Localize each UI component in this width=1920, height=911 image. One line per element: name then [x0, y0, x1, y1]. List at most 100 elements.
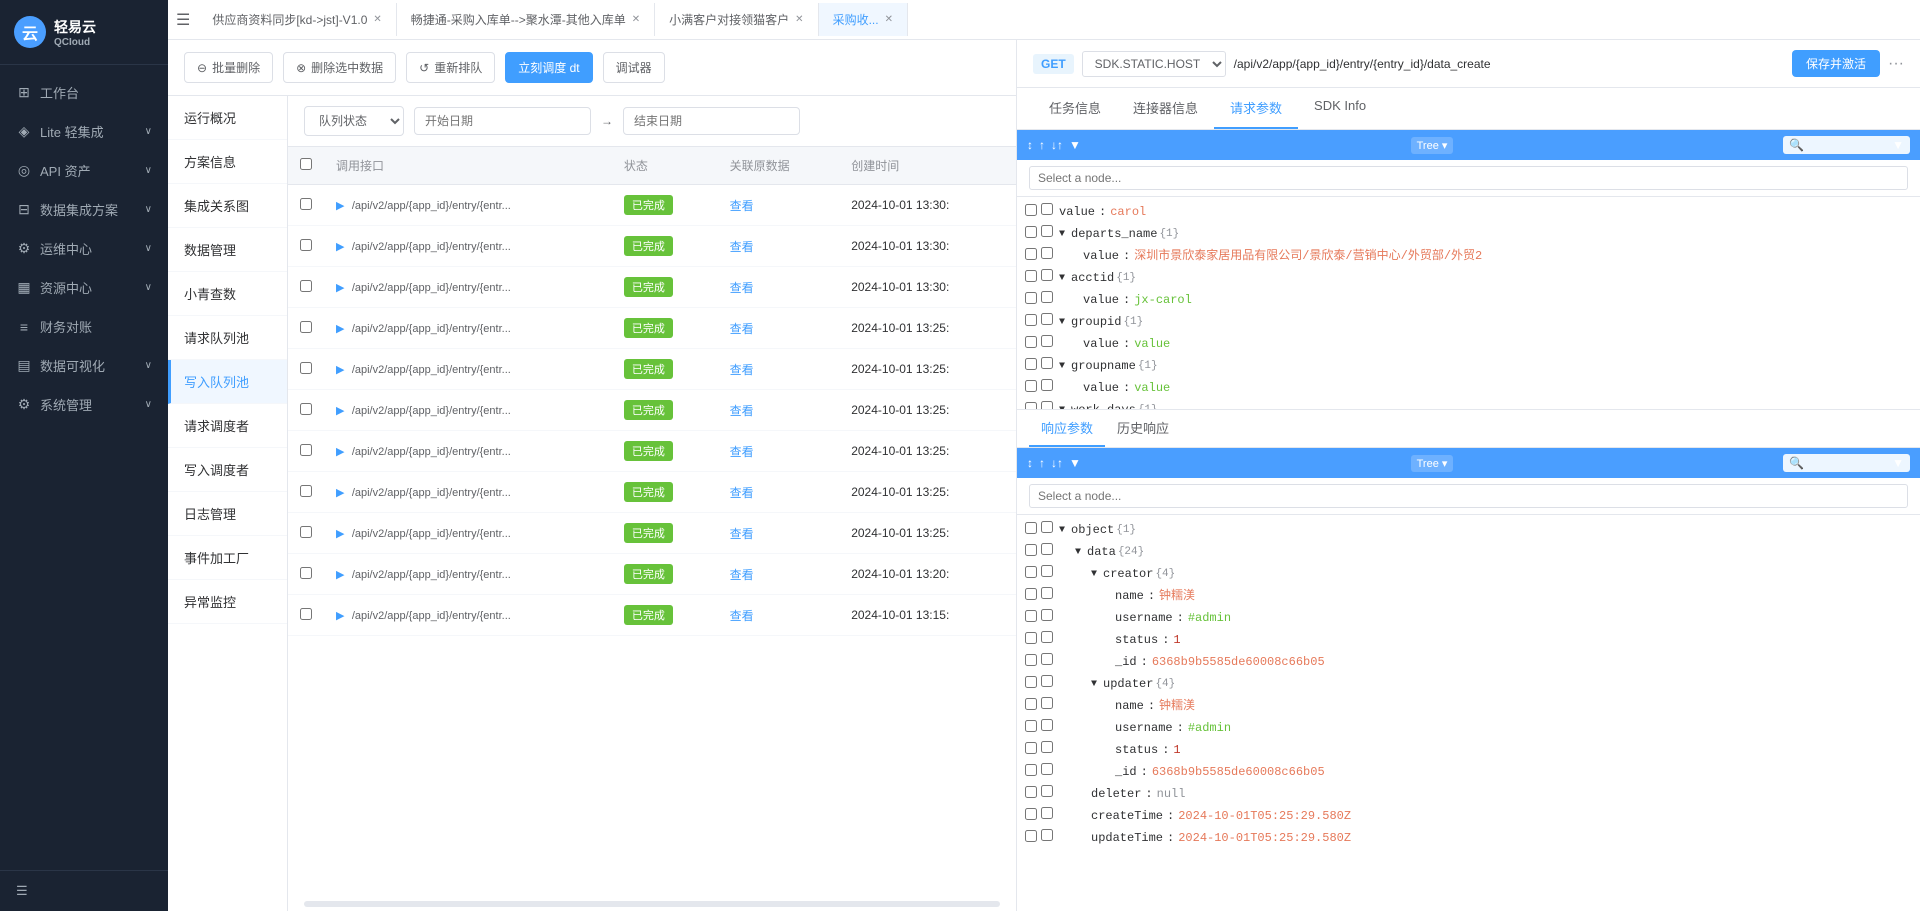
- sidebar-item-lite[interactable]: ◈ Lite 轻集成 ∨: [0, 112, 168, 151]
- horizontal-scrollbar[interactable]: [304, 901, 1000, 907]
- row-checkbox2[interactable]: [1041, 741, 1053, 753]
- up-icon[interactable]: ↑: [1039, 456, 1045, 470]
- tab-response-params[interactable]: 响应参数: [1029, 410, 1105, 447]
- filter-icon[interactable]: ▼: [1069, 138, 1081, 152]
- tree-search-input[interactable]: [1808, 139, 1888, 151]
- filter-dropdown-icon[interactable]: ▼: [1892, 138, 1904, 152]
- filter-icon[interactable]: ▼: [1069, 456, 1081, 470]
- row-checkbox[interactable]: [1025, 292, 1037, 304]
- tree-toggle[interactable]: ▼: [1075, 545, 1081, 560]
- delete-selected-button[interactable]: ⊗ 删除选中数据: [283, 52, 396, 83]
- tree-toggle[interactable]: ▼: [1059, 359, 1065, 374]
- row-checkbox2[interactable]: [1041, 203, 1053, 215]
- queue-status-select[interactable]: 队列状态: [304, 106, 404, 136]
- filter-dropdown-icon[interactable]: ▼: [1892, 456, 1904, 470]
- row-checkbox[interactable]: [1025, 698, 1037, 710]
- row-select-checkbox[interactable]: [300, 403, 312, 415]
- sidebar-item-api[interactable]: ◎ API 资产 ∨: [0, 151, 168, 190]
- nav-item-exception-monitor[interactable]: 异常监控: [168, 580, 287, 624]
- sort-icon[interactable]: ↕: [1027, 456, 1033, 470]
- row-checkbox2[interactable]: [1041, 269, 1053, 281]
- row-checkbox[interactable]: [1025, 204, 1037, 216]
- tab-item-3[interactable]: 采购收... ✕: [819, 3, 908, 36]
- debug-button[interactable]: 调试器: [603, 52, 665, 83]
- row-select-checkbox[interactable]: [300, 444, 312, 456]
- end-date-input[interactable]: [623, 107, 800, 135]
- row-checkbox2[interactable]: [1041, 401, 1053, 409]
- row-checkbox[interactable]: [1025, 588, 1037, 600]
- row-checkbox[interactable]: [1025, 358, 1037, 370]
- nav-item-runtime[interactable]: 运行概况: [168, 96, 287, 140]
- row-checkbox2[interactable]: [1041, 763, 1053, 775]
- row-checkbox2[interactable]: [1041, 653, 1053, 665]
- requeue-button[interactable]: ↺ 重新排队: [406, 52, 495, 83]
- start-date-input[interactable]: [414, 107, 591, 135]
- tree-toggle[interactable]: ▼: [1091, 567, 1097, 582]
- tab-sdk-info[interactable]: SDK Info: [1298, 88, 1382, 129]
- schedule-dt-button[interactable]: 立刻调度 dt: [505, 52, 592, 83]
- tab-history-response[interactable]: 历史响应: [1105, 410, 1181, 447]
- row-select-checkbox[interactable]: [300, 608, 312, 620]
- nav-item-plan[interactable]: 方案信息: [168, 140, 287, 184]
- row-checkbox2[interactable]: [1041, 357, 1053, 369]
- sidebar-item-finance[interactable]: ≡ 财务对账: [0, 307, 168, 346]
- sidebar-item-ops[interactable]: ⚙ 运维中心 ∨: [0, 229, 168, 268]
- related-link[interactable]: 查看: [730, 199, 754, 213]
- tree-toggle[interactable]: ▼: [1059, 271, 1065, 286]
- tab-close-icon[interactable]: ✕: [373, 14, 381, 25]
- nav-item-write-scheduler[interactable]: 写入调度者: [168, 448, 287, 492]
- nav-item-log-mgmt[interactable]: 日志管理: [168, 492, 287, 536]
- row-checkbox2[interactable]: [1041, 291, 1053, 303]
- row-checkbox2[interactable]: [1041, 631, 1053, 643]
- row-checkbox[interactable]: [1025, 720, 1037, 732]
- response-node-select-input[interactable]: [1029, 484, 1908, 508]
- row-checkbox[interactable]: [1025, 270, 1037, 282]
- nav-item-event-factory[interactable]: 事件加工厂: [168, 536, 287, 580]
- row-checkbox[interactable]: [1025, 544, 1037, 556]
- sort-icon[interactable]: ↕: [1027, 138, 1033, 152]
- row-checkbox[interactable]: [1025, 402, 1037, 409]
- related-link[interactable]: 查看: [730, 322, 754, 336]
- tree-toggle[interactable]: ▼: [1059, 523, 1065, 538]
- related-link[interactable]: 查看: [730, 486, 754, 500]
- related-link[interactable]: 查看: [730, 568, 754, 582]
- sidebar-item-workbench[interactable]: ⊞ 工作台: [0, 73, 168, 112]
- tree-toggle[interactable]: ▼: [1059, 403, 1065, 410]
- select-all-checkbox[interactable]: [300, 158, 312, 170]
- row-checkbox[interactable]: [1025, 654, 1037, 666]
- sidebar-item-data-integration[interactable]: ⊟ 数据集成方案 ∨: [0, 190, 168, 229]
- tab-item-0[interactable]: 供应商资料同步[kd->jst]-V1.0 ✕: [198, 3, 396, 36]
- tab-close-icon[interactable]: ✕: [632, 14, 640, 25]
- related-link[interactable]: 查看: [730, 527, 754, 541]
- row-checkbox[interactable]: [1025, 742, 1037, 754]
- row-select-checkbox[interactable]: [300, 280, 312, 292]
- nav-item-write-queue[interactable]: 写入队列池: [168, 360, 287, 404]
- row-checkbox[interactable]: [1025, 380, 1037, 392]
- tab-close-icon[interactable]: ✕: [885, 14, 893, 25]
- tree-toggle[interactable]: ▼: [1059, 227, 1065, 242]
- row-checkbox2[interactable]: [1041, 335, 1053, 347]
- row-checkbox2[interactable]: [1041, 609, 1053, 621]
- row-checkbox[interactable]: [1025, 676, 1037, 688]
- row-checkbox2[interactable]: [1041, 829, 1053, 841]
- batch-delete-button[interactable]: ⊖ 批量删除: [184, 52, 273, 83]
- row-checkbox[interactable]: [1025, 522, 1037, 534]
- tab-connector-info[interactable]: 连接器信息: [1117, 88, 1214, 129]
- host-select[interactable]: SDK.STATIC.HOST: [1082, 51, 1226, 77]
- row-checkbox2[interactable]: [1041, 587, 1053, 599]
- related-link[interactable]: 查看: [730, 609, 754, 623]
- related-link[interactable]: 查看: [730, 281, 754, 295]
- row-select-checkbox[interactable]: [300, 526, 312, 538]
- related-link[interactable]: 查看: [730, 404, 754, 418]
- row-checkbox[interactable]: [1025, 314, 1037, 326]
- row-checkbox2[interactable]: [1041, 543, 1053, 555]
- row-checkbox[interactable]: [1025, 566, 1037, 578]
- row-checkbox[interactable]: [1025, 610, 1037, 622]
- tab-task-info[interactable]: 任务信息: [1033, 88, 1117, 129]
- related-link[interactable]: 查看: [730, 445, 754, 459]
- tab-menu-icon[interactable]: ☰: [176, 10, 190, 30]
- row-checkbox[interactable]: [1025, 764, 1037, 776]
- row-checkbox[interactable]: [1025, 786, 1037, 798]
- nav-item-request-scheduler[interactable]: 请求调度者: [168, 404, 287, 448]
- row-checkbox[interactable]: [1025, 226, 1037, 238]
